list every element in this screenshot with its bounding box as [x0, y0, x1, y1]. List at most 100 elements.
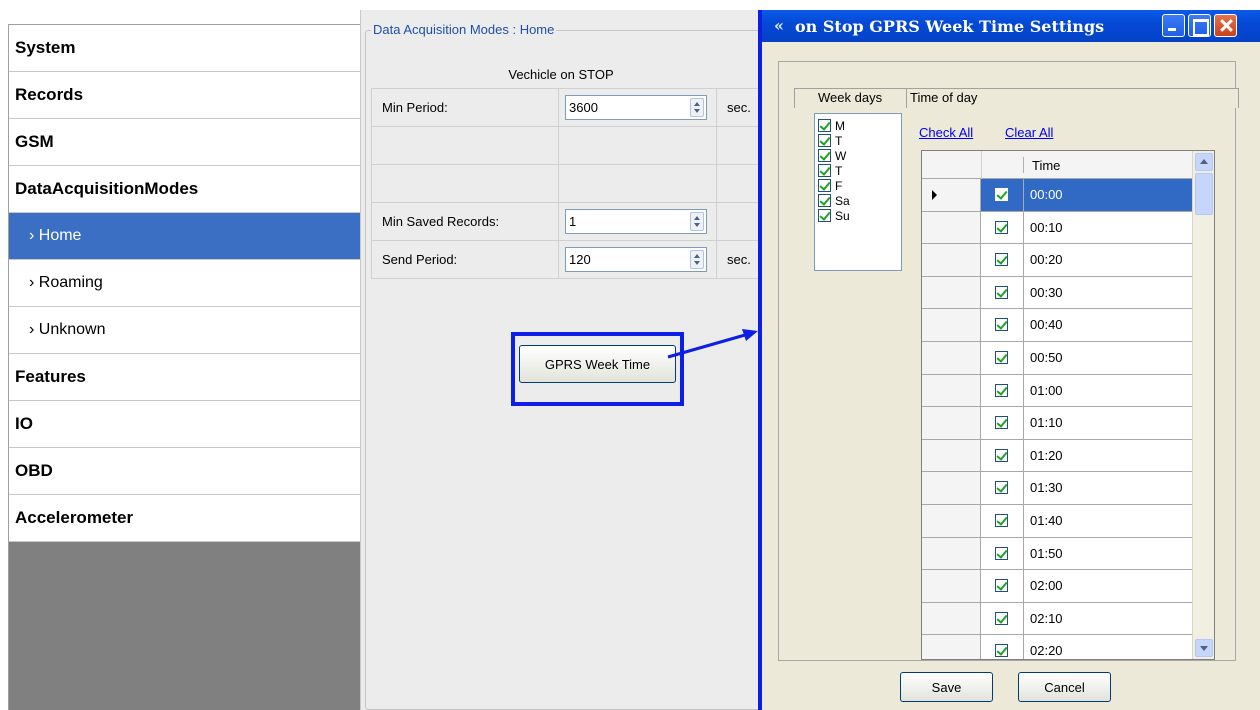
- week-day-item[interactable]: T: [818, 163, 901, 178]
- checkbox-checked-icon[interactable]: [995, 318, 1008, 332]
- nav-item-system[interactable]: System: [9, 25, 360, 72]
- min-saved-spinner-icon[interactable]: [690, 212, 704, 231]
- checkbox-checked-icon[interactable]: [818, 134, 831, 147]
- time-row[interactable]: 00:10: [922, 211, 1192, 245]
- time-cell[interactable]: 00:10: [1024, 211, 1192, 245]
- week-day-item[interactable]: F: [818, 178, 901, 193]
- checkbox-checked-icon[interactable]: [995, 611, 1008, 625]
- time-cell[interactable]: 00:40: [1024, 309, 1192, 342]
- checkbox-checked-icon[interactable]: [818, 119, 831, 132]
- week-day-item[interactable]: M: [818, 118, 901, 133]
- nav-item-data-acquisition-modes[interactable]: DataAcquisitionModes: [9, 166, 360, 213]
- nav-item-records[interactable]: Records: [9, 72, 360, 119]
- time-row[interactable]: 01:50: [922, 537, 1192, 571]
- nav-item-accelerometer[interactable]: Accelerometer: [9, 495, 360, 542]
- time-row[interactable]: 00:00: [922, 179, 1192, 212]
- row-checkbox-cell[interactable]: [981, 407, 1024, 440]
- cancel-button[interactable]: Cancel: [1018, 672, 1111, 702]
- row-header[interactable]: [922, 179, 981, 212]
- time-cell[interactable]: 01:30: [1024, 472, 1192, 505]
- row-header[interactable]: [922, 374, 981, 408]
- row-header[interactable]: [922, 407, 981, 440]
- nav-item-home[interactable]: › Home: [9, 213, 360, 260]
- time-row[interactable]: 00:40: [922, 309, 1192, 342]
- week-day-item[interactable]: Sa: [818, 193, 901, 208]
- checkbox-checked-icon[interactable]: [818, 209, 831, 222]
- row-header[interactable]: [922, 602, 981, 636]
- nav-item-unknown[interactable]: › Unknown: [9, 307, 360, 354]
- min-period-input[interactable]: 3600: [565, 95, 707, 120]
- time-cell[interactable]: 02:00: [1024, 570, 1192, 603]
- row-checkbox-cell[interactable]: [981, 537, 1024, 571]
- nav-item-roaming[interactable]: › Roaming: [9, 260, 360, 307]
- time-cell[interactable]: 02:10: [1024, 602, 1192, 636]
- nav-item-features[interactable]: Features: [9, 354, 360, 401]
- checkbox-checked-icon[interactable]: [995, 383, 1008, 397]
- week-day-item[interactable]: Su: [818, 208, 901, 223]
- minimize-icon[interactable]: [1162, 14, 1185, 37]
- vertical-scrollbar[interactable]: [1192, 151, 1214, 659]
- row-checkbox-cell[interactable]: [981, 244, 1024, 277]
- week-day-item[interactable]: W: [818, 148, 901, 163]
- time-row[interactable]: 00:20: [922, 244, 1192, 277]
- time-cell[interactable]: 00:50: [1024, 341, 1192, 375]
- checkbox-checked-icon[interactable]: [995, 579, 1008, 593]
- scroll-thumb[interactable]: [1195, 173, 1213, 215]
- nav-item-io[interactable]: IO: [9, 401, 360, 448]
- row-header[interactable]: [922, 244, 981, 277]
- row-checkbox-cell[interactable]: [981, 439, 1024, 473]
- maximize-icon[interactable]: [1188, 14, 1211, 37]
- clear-all-link[interactable]: Clear All: [1005, 125, 1053, 140]
- checkbox-checked-icon[interactable]: [995, 188, 1008, 201]
- row-checkbox-cell[interactable]: [981, 472, 1024, 505]
- scroll-up-icon[interactable]: [1195, 153, 1213, 171]
- row-header[interactable]: [922, 341, 981, 375]
- time-row[interactable]: 02:00: [922, 570, 1192, 603]
- checkbox-checked-icon[interactable]: [995, 513, 1008, 527]
- send-period-input[interactable]: 120: [565, 247, 707, 272]
- row-header[interactable]: [922, 309, 981, 342]
- min-period-spinner-icon[interactable]: [690, 98, 704, 117]
- close-icon[interactable]: [1214, 14, 1237, 37]
- time-cell[interactable]: 01:20: [1024, 439, 1192, 473]
- check-all-link[interactable]: Check All: [919, 125, 973, 140]
- time-row[interactable]: 01:30: [922, 472, 1192, 505]
- row-header[interactable]: [922, 537, 981, 571]
- time-row[interactable]: 00:50: [922, 341, 1192, 375]
- row-checkbox-cell[interactable]: [981, 309, 1024, 342]
- time-cell[interactable]: 01:00: [1024, 374, 1192, 408]
- checkbox-checked-icon[interactable]: [995, 253, 1008, 267]
- time-row[interactable]: 00:30: [922, 276, 1192, 310]
- row-checkbox-cell[interactable]: [981, 504, 1024, 538]
- time-row[interactable]: 01:00: [922, 374, 1192, 408]
- time-cell[interactable]: 02:20: [1024, 635, 1192, 659]
- checkbox-checked-icon[interactable]: [995, 220, 1008, 234]
- checkbox-checked-icon[interactable]: [995, 350, 1008, 364]
- checkbox-checked-icon[interactable]: [995, 416, 1008, 430]
- row-header[interactable]: [922, 635, 981, 659]
- time-column-header[interactable]: Time: [1032, 158, 1060, 173]
- gprs-week-time-button[interactable]: GPRS Week Time: [519, 345, 676, 383]
- row-checkbox-cell[interactable]: [981, 276, 1024, 310]
- row-header[interactable]: [922, 570, 981, 603]
- time-cell[interactable]: 01:40: [1024, 504, 1192, 538]
- row-checkbox-cell[interactable]: [981, 341, 1024, 375]
- save-button[interactable]: Save: [900, 672, 993, 702]
- time-row[interactable]: 01:10: [922, 407, 1192, 440]
- time-cell[interactable]: 01:50: [1024, 537, 1192, 571]
- dialog-titlebar[interactable]: « on Stop GPRS Week Time Settings: [762, 10, 1260, 42]
- row-header[interactable]: [922, 504, 981, 538]
- min-saved-records-input[interactable]: 1: [565, 209, 707, 234]
- time-cell[interactable]: 01:10: [1024, 407, 1192, 440]
- time-row[interactable]: 01:20: [922, 439, 1192, 473]
- checkbox-checked-icon[interactable]: [995, 448, 1008, 462]
- checkbox-checked-icon[interactable]: [995, 285, 1008, 299]
- time-cell[interactable]: 00:20: [1024, 244, 1192, 277]
- row-header[interactable]: [922, 211, 981, 245]
- time-cell[interactable]: 00:00: [1024, 179, 1192, 212]
- checkbox-checked-icon[interactable]: [818, 164, 831, 177]
- checkbox-checked-icon[interactable]: [818, 194, 831, 207]
- nav-item-obd[interactable]: OBD: [9, 448, 360, 495]
- time-row[interactable]: 01:40: [922, 504, 1192, 538]
- checkbox-checked-icon[interactable]: [818, 179, 831, 192]
